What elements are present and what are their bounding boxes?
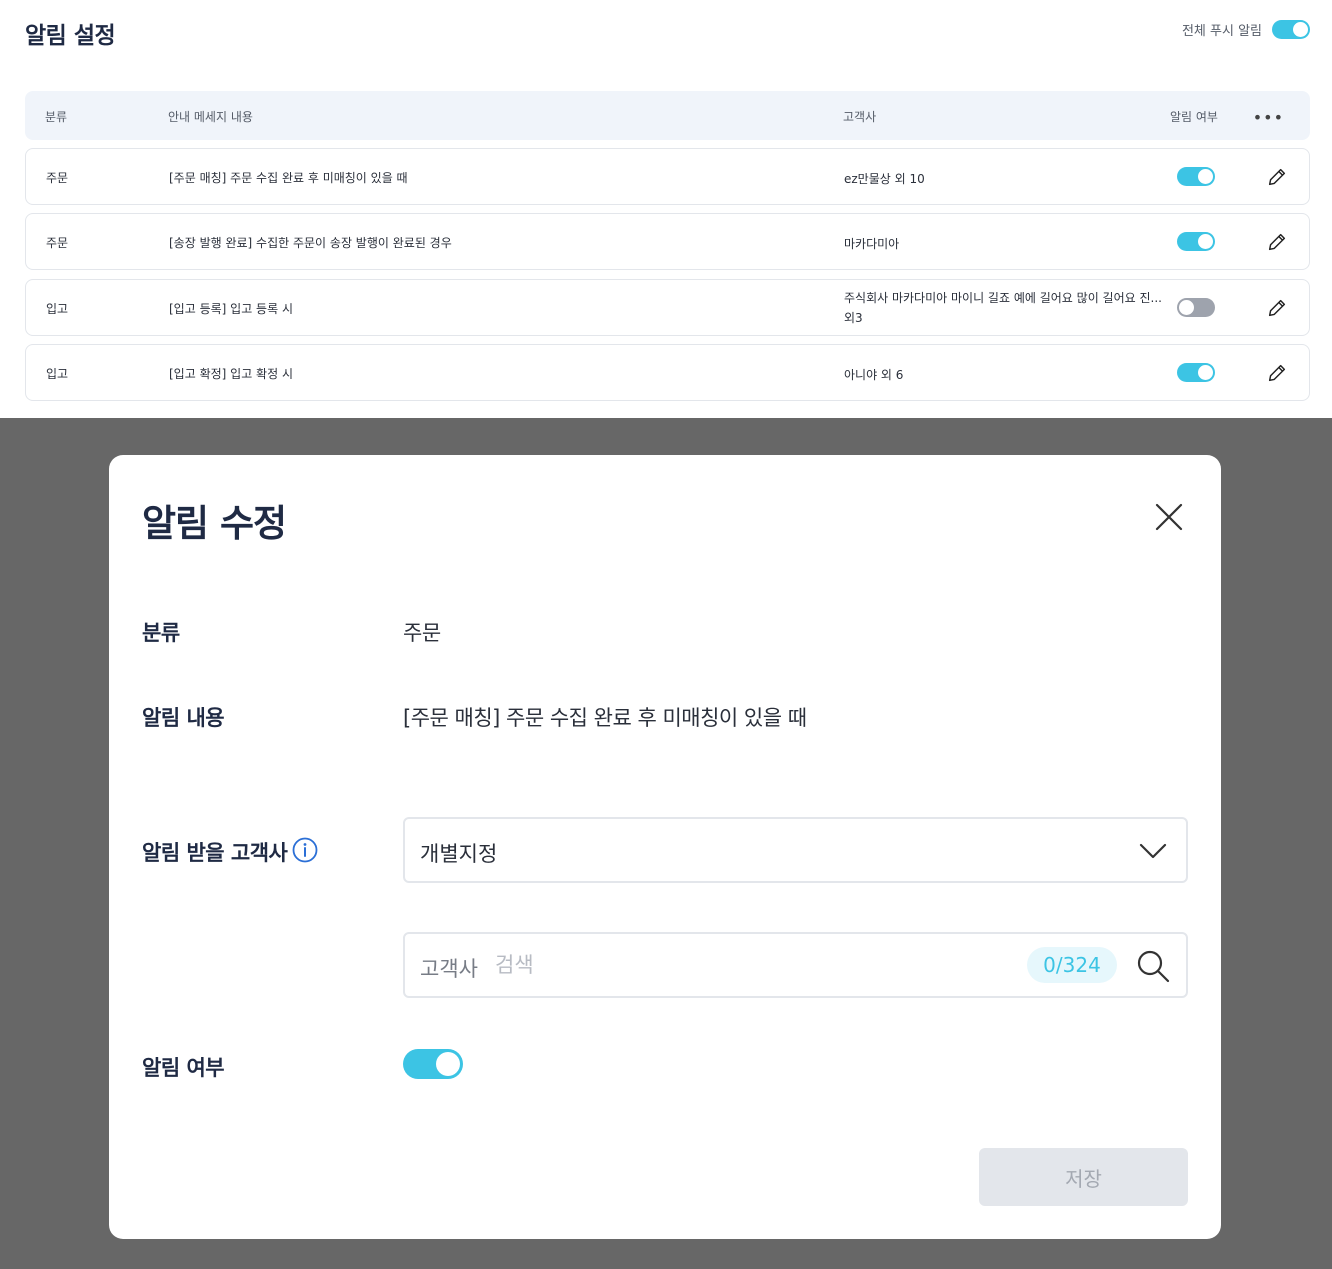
row-message: [주문 매칭] 주문 수집 완료 후 미매칭이 있을 때	[169, 171, 408, 185]
selected-count-badge: 0/324	[1027, 947, 1117, 983]
info-icon[interactable]	[292, 837, 318, 863]
content-value: [주문 매칭] 주문 수집 완료 후 미매칭이 있을 때	[403, 706, 807, 730]
search-input[interactable]	[495, 948, 915, 982]
table-row[interactable]: 주문 [송장 발행 완료] 수집한 주문이 송장 발행이 완료된 경우 마카다미…	[25, 213, 1310, 270]
edit-notification-modal: 알림 수정 분류 주문 알림 내용 [주문 매칭] 주문 수집 완료 후 미매칭…	[109, 455, 1221, 1239]
edit-pencil-icon[interactable]	[1266, 166, 1288, 188]
row-customer-line1: 주식회사 마카다미아 마이니 길죠 예에 길어요 많이 길어요 진...	[844, 291, 1162, 305]
global-push-control: 전체 푸시 알림	[1182, 20, 1310, 39]
recipients-select[interactable]: 개별지정	[403, 817, 1188, 883]
row-message: [송장 발행 완료] 수집한 주문이 송장 발행이 완료된 경우	[169, 236, 452, 250]
row-message: [입고 등록] 입고 등록 시	[169, 302, 293, 316]
global-push-label: 전체 푸시 알림	[1181, 24, 1262, 39]
row-message: [입고 확정] 입고 확정 시	[169, 367, 293, 381]
table-row[interactable]: 입고 [입고 등록] 입고 등록 시 주식회사 마카다미아 마이니 길죠 예에 …	[25, 279, 1310, 336]
row-category: 주문	[46, 171, 69, 185]
category-label: 분류	[142, 621, 180, 645]
recipients-label: 알림 받을 고객사	[142, 841, 288, 865]
header-category: 분류	[45, 110, 68, 124]
row-customer: 아니야 외 6	[844, 368, 904, 382]
table-header: 분류 안내 메세지 내용 고객사 알림 여부 •••	[25, 91, 1310, 140]
edit-pencil-icon[interactable]	[1266, 231, 1288, 253]
edit-pencil-icon[interactable]	[1266, 362, 1288, 384]
row-customer: ez만물상 외 10	[844, 172, 925, 186]
row-category: 입고	[46, 367, 69, 381]
content-label: 알림 내용	[142, 706, 225, 730]
row-enabled-toggle[interactable]	[1177, 232, 1215, 251]
header-customer: 고객사	[843, 110, 877, 124]
row-category: 주문	[46, 236, 69, 250]
search-prefix: 고객사	[420, 957, 478, 981]
row-customer: 주식회사 마카다미아 마이니 길죠 예에 길어요 많이 길어요 진... 외3	[844, 288, 1164, 328]
search-icon[interactable]	[1135, 948, 1171, 984]
global-push-toggle[interactable]	[1272, 20, 1310, 39]
category-value: 주문	[403, 621, 441, 645]
row-enabled-toggle[interactable]	[1177, 298, 1215, 317]
enabled-toggle[interactable]	[403, 1049, 463, 1079]
customer-search-field[interactable]: 고객사 0/324	[403, 932, 1188, 998]
save-button[interactable]: 저장	[979, 1148, 1188, 1206]
modal-title: 알림 수정	[142, 502, 287, 545]
header-message: 안내 메세지 내용	[168, 110, 253, 124]
close-icon[interactable]	[1153, 501, 1185, 533]
row-customer: 마카다미아	[844, 237, 900, 251]
row-category: 입고	[46, 302, 69, 316]
table-row[interactable]: 입고 [입고 확정] 입고 확정 시 아니야 외 6	[25, 344, 1310, 401]
chevron-down-icon	[1139, 843, 1167, 859]
row-enabled-toggle[interactable]	[1177, 167, 1215, 186]
row-customer-line2: 외3	[844, 311, 863, 325]
recipients-select-value: 개별지정	[420, 842, 498, 866]
table-row[interactable]: 주문 [주문 매칭] 주문 수집 완료 후 미매칭이 있을 때 ez만물상 외 …	[25, 148, 1310, 205]
header-enabled: 알림 여부	[1170, 110, 1218, 124]
page-title: 알림 설정	[25, 23, 116, 49]
row-enabled-toggle[interactable]	[1177, 363, 1215, 382]
edit-pencil-icon[interactable]	[1266, 297, 1288, 319]
enabled-label: 알림 여부	[142, 1056, 225, 1080]
more-horizontal-icon[interactable]: •••	[1253, 108, 1284, 127]
